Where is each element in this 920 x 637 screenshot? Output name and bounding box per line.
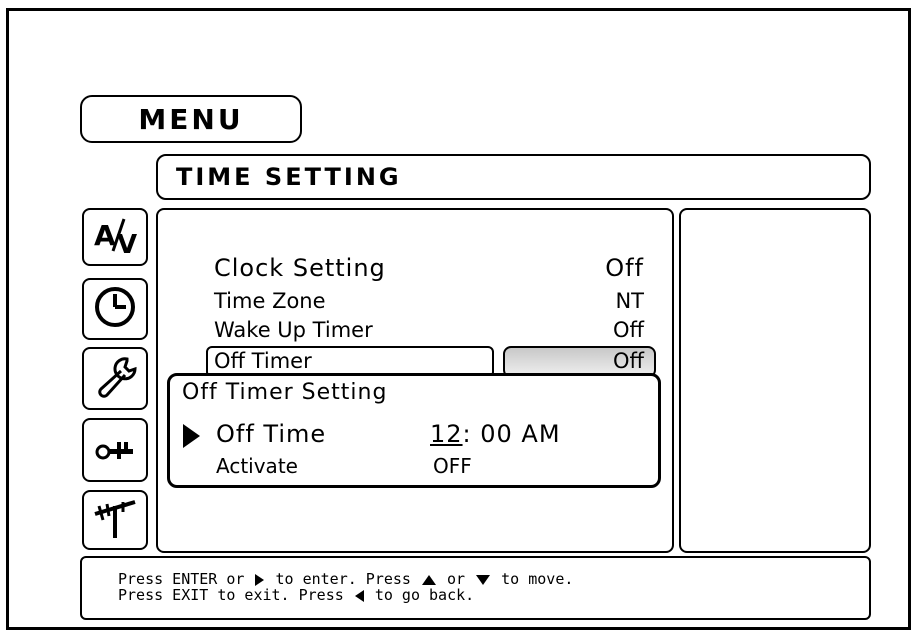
clock-icon: [91, 285, 139, 333]
setting-value: NT: [615, 289, 644, 313]
section-title: TIME SETTING: [156, 154, 871, 200]
setting-row-wake-up-timer[interactable]: Wake Up Timer Off: [214, 318, 644, 342]
off-time-value[interactable]: 12: 00 AM: [430, 420, 561, 448]
off-time-minutes: : 00 AM: [462, 420, 561, 448]
setting-label: Time Zone: [214, 289, 326, 313]
setting-value: Off: [605, 254, 644, 282]
av-icon: A V: [91, 213, 139, 261]
setting-row-time-zone[interactable]: Time Zone NT: [214, 289, 644, 313]
help-text: Press EXIT to exit. Press: [118, 586, 353, 604]
info-panel: [679, 208, 871, 553]
help-line-2: Press EXIT to exit. Press to go back.: [118, 587, 869, 603]
antenna-icon: [91, 496, 139, 544]
down-arrow-icon: [476, 574, 491, 585]
pointer-icon: [183, 424, 200, 448]
help-bar: Press ENTER or to enter. Press or to mov…: [80, 556, 871, 620]
popup-title: Off Timer Setting: [182, 380, 388, 405]
right-arrow-icon: [255, 573, 265, 586]
left-arrow-icon: [354, 589, 364, 602]
activate-value[interactable]: OFF: [433, 454, 472, 478]
activate-label[interactable]: Activate: [216, 454, 298, 478]
setting-label: Wake Up Timer: [214, 318, 373, 342]
setting-value: Off: [613, 318, 644, 342]
setting-value: Off: [613, 349, 644, 373]
setting-row-clock[interactable]: Clock Setting Off: [214, 254, 644, 282]
menu-title: MENU: [80, 95, 302, 143]
setting-label: Off Timer: [214, 349, 312, 373]
off-time-hour[interactable]: 12: [430, 420, 463, 448]
tab-antenna[interactable]: [82, 490, 148, 550]
tab-clock[interactable]: [82, 278, 148, 340]
tab-setup[interactable]: [82, 347, 148, 410]
setting-label: Clock Setting: [214, 254, 386, 282]
setting-row-off-timer[interactable]: Off Timer Off: [214, 349, 644, 373]
svg-text:A: A: [94, 219, 116, 252]
help-text: to go back.: [365, 586, 475, 604]
help-text: to move.: [492, 570, 574, 588]
tab-av[interactable]: A V: [82, 208, 148, 266]
off-time-label[interactable]: Off Time: [216, 420, 326, 448]
help-line-1: Press ENTER or to enter. Press or to mov…: [118, 571, 869, 587]
tab-lock[interactable]: [82, 418, 148, 482]
svg-text:V: V: [117, 230, 137, 257]
up-arrow-icon: [422, 574, 436, 585]
wrench-icon: [91, 355, 139, 403]
key-icon: [91, 426, 139, 474]
